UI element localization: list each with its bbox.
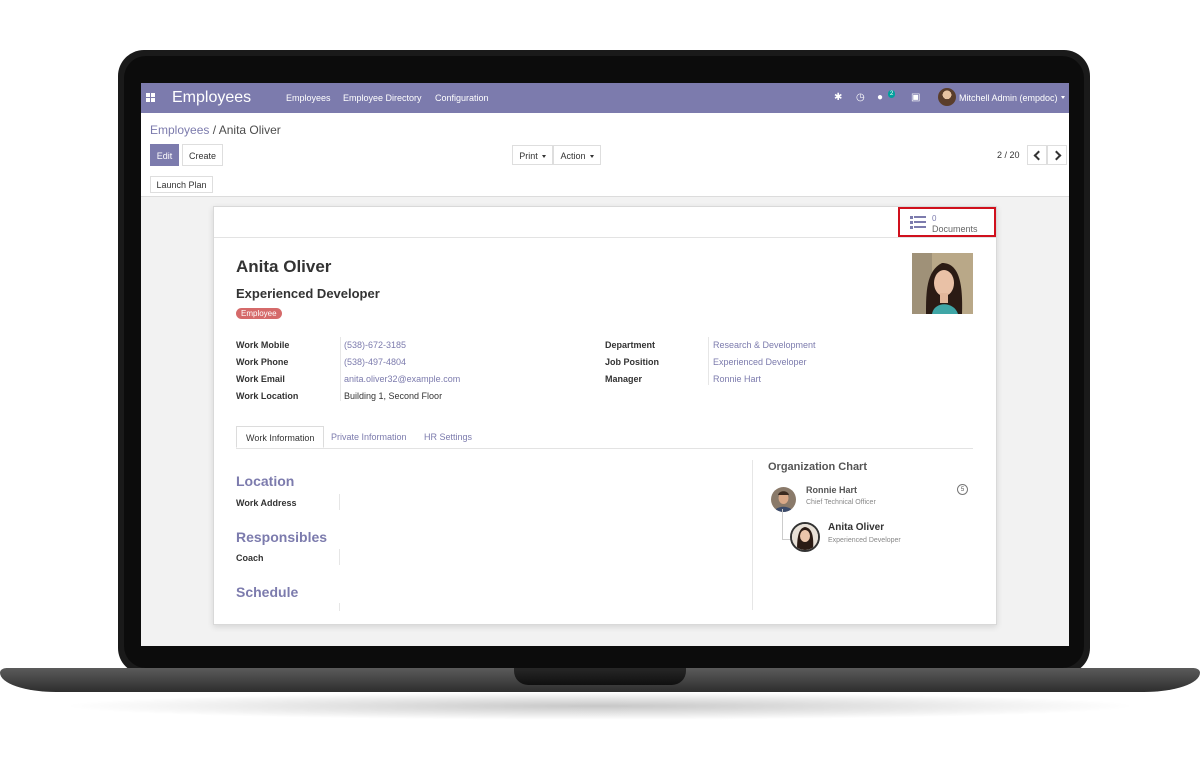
- pager-next-button[interactable]: [1047, 145, 1067, 165]
- employee-form-sheet: 0 Documents Anita Oliver Experienced Dev…: [213, 206, 997, 625]
- list-ol-icon: [910, 215, 926, 231]
- breadcrumb-parent[interactable]: Employees: [150, 123, 209, 137]
- launch-plan-button[interactable]: Launch Plan: [150, 176, 213, 193]
- work-address-label: Work Address: [236, 498, 297, 508]
- breadcrumb: Employees / Anita Oliver: [150, 123, 281, 137]
- bug-icon[interactable]: ✱: [834, 92, 842, 103]
- work-location-label: Work Location: [236, 391, 299, 401]
- smart-button-box: 0 Documents: [214, 207, 996, 238]
- chevron-down-icon[interactable]: [1061, 96, 1065, 99]
- apps-grid-icon[interactable]: [146, 93, 155, 102]
- section-location-title: Location: [236, 473, 295, 489]
- chevron-down-icon: [541, 155, 546, 159]
- tab-private-information[interactable]: Private Information: [322, 426, 416, 448]
- org-manager-job: Chief Technical Officer: [806, 499, 876, 506]
- chevron-right-icon: [1051, 150, 1062, 161]
- tab-work-information[interactable]: Work Information: [236, 426, 325, 448]
- work-phone-label: Work Phone: [236, 357, 289, 367]
- laptop-shadow: [60, 692, 1140, 720]
- field-divider: [339, 603, 340, 611]
- employee-portrait-image: [912, 253, 973, 314]
- field-divider: [339, 494, 340, 510]
- job-position-label: Job Position: [605, 357, 659, 367]
- menu-configuration[interactable]: Configuration: [435, 93, 489, 103]
- user-avatar[interactable]: [938, 88, 956, 106]
- work-mobile-label: Work Mobile: [236, 340, 290, 350]
- menu-employee-directory[interactable]: Employee Directory: [343, 93, 422, 103]
- app-title: Employees: [172, 89, 252, 106]
- app-screen: Employees Employees Employee Directory C…: [141, 83, 1069, 646]
- breadcrumb-separator: /: [212, 123, 217, 137]
- section-schedule-title: Schedule: [236, 584, 299, 600]
- field-divider: [708, 337, 709, 385]
- documents-count: 0: [932, 214, 937, 223]
- menu-employees[interactable]: Employees: [286, 93, 331, 103]
- clock-icon[interactable]: ◷: [856, 92, 865, 103]
- self-portrait-image: [792, 524, 818, 550]
- department-label: Department: [605, 340, 656, 350]
- pager-previous-button[interactable]: [1027, 145, 1047, 165]
- field-divider: [340, 337, 341, 401]
- coach-label: Coach: [236, 553, 264, 563]
- breadcrumb-current: Anita Oliver: [218, 123, 281, 137]
- gift-icon[interactable]: ▣: [911, 92, 920, 103]
- org-self-job: Experienced Developer: [828, 537, 901, 544]
- field-divider: [339, 549, 340, 565]
- manager-label: Manager: [605, 374, 643, 384]
- work-location-value[interactable]: Building 1, Second Floor: [344, 391, 442, 401]
- laptop-notch: [514, 668, 686, 685]
- edit-button[interactable]: Edit: [150, 144, 179, 166]
- form-tabs: Work Information Private Information HR …: [236, 426, 973, 449]
- work-email-value[interactable]: anita.oliver32@example.com: [344, 374, 460, 384]
- work-mobile-value[interactable]: (538)-672-3185: [344, 340, 406, 350]
- section-responsibles-title: Responsibles: [236, 529, 328, 545]
- top-navbar: Employees Employees Employee Directory C…: [141, 83, 1069, 113]
- employee-photo[interactable]: [912, 253, 973, 314]
- documents-smart-button[interactable]: 0 Documents: [898, 207, 996, 237]
- job-position-value[interactable]: Experienced Developer: [713, 357, 807, 367]
- employee-job-title[interactable]: Experienced Developer: [236, 286, 380, 301]
- chevron-left-icon: [1033, 150, 1044, 161]
- org-manager-name[interactable]: Ronnie Hart: [806, 485, 857, 495]
- self-avatar[interactable]: [790, 522, 820, 552]
- chat-badge: 2: [888, 90, 896, 98]
- pager-value: 2 / 20: [997, 150, 1020, 160]
- work-email-label: Work Email: [236, 374, 285, 384]
- documents-label: Documents: [932, 224, 978, 234]
- work-phone-value[interactable]: (538)-497-4804: [344, 357, 406, 367]
- org-self-name: Anita Oliver: [828, 522, 885, 533]
- chevron-down-icon: [589, 155, 594, 159]
- action-dropdown[interactable]: Action: [553, 145, 601, 165]
- manager-value[interactable]: Ronnie Hart: [713, 374, 761, 384]
- org-chart-title: Organization Chart: [768, 461, 868, 473]
- employee-name[interactable]: Anita Oliver: [236, 257, 331, 277]
- employee-tag[interactable]: Employee: [236, 308, 282, 319]
- print-dropdown[interactable]: Print: [512, 145, 553, 165]
- create-button[interactable]: Create: [182, 144, 223, 166]
- department-value[interactable]: Research & Development: [713, 340, 816, 350]
- org-manager-subordinates-count[interactable]: 5: [957, 484, 968, 495]
- action-label: Action: [560, 151, 586, 161]
- tab-hr-settings[interactable]: HR Settings: [415, 426, 481, 448]
- user-menu[interactable]: Mitchell Admin (empdoc): [959, 93, 1058, 103]
- control-panel: Employees / Anita Oliver Edit Create Pri…: [141, 113, 1069, 197]
- chat-icon[interactable]: ●: [877, 92, 883, 103]
- print-label: Print: [519, 151, 538, 161]
- org-chart-divider: [752, 460, 753, 610]
